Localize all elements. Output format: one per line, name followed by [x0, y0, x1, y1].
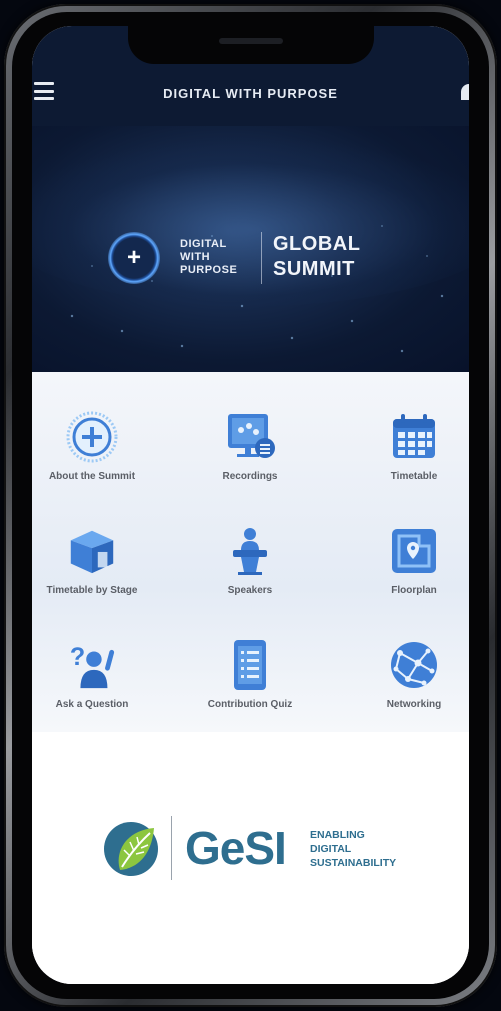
menu-tile-speakers[interactable]: Speakers	[190, 524, 310, 624]
tagline-line: ENABLING	[310, 829, 365, 841]
menu-tile-floorplan[interactable]: Floorplan	[354, 524, 469, 624]
gesi-wordmark: GeSI	[185, 822, 287, 874]
app-title: DIGITAL WITH PURPOSE	[163, 86, 338, 101]
recordings-icon	[223, 410, 277, 464]
stage-icon	[65, 524, 119, 578]
event-line: SUMMIT	[273, 258, 355, 280]
tile-label: Ask a Question	[55, 699, 129, 710]
app-screen: DIGITAL WITH PURPOSE + DIGITAL WITH PURP…	[32, 26, 469, 984]
tile-label: Contribution Quiz	[207, 699, 293, 710]
sponsor-divider	[171, 816, 172, 880]
plus-icon: +	[126, 244, 141, 271]
menu-tile-networking[interactable]: Networking	[354, 638, 469, 738]
menu-grid: About the Summit Recordings Timetable Ti…	[32, 372, 469, 732]
brand-line: WITH	[180, 251, 211, 263]
menu-tile-timetable[interactable]: Timetable	[354, 410, 469, 510]
map-pin-icon	[387, 524, 441, 578]
menu-tile-recordings[interactable]: Recordings	[190, 410, 310, 510]
tagline-line: SUSTAINABILITY	[310, 857, 397, 869]
summit-brand-text: DIGITAL WITH PURPOSE	[180, 238, 270, 277]
hero-banner: + DIGITAL WITH PURPOSE GLOBAL SUMMIT	[32, 116, 469, 372]
tile-label: Recordings	[222, 471, 278, 482]
clipboard-list-icon	[223, 638, 277, 692]
gesi-tagline: ENABLING DIGITAL SUSTAINABILITY	[310, 828, 396, 870]
tile-label: Timetable by Stage	[46, 585, 138, 596]
tile-label: Networking	[386, 699, 442, 710]
question-person-icon: ?	[65, 638, 119, 692]
brand-line: PURPOSE	[180, 264, 238, 276]
svg-text:?: ?	[70, 643, 85, 671]
tile-label: Speakers	[227, 585, 273, 596]
network-globe-icon	[387, 638, 441, 692]
menu-tile-timetable-by-stage[interactable]: Timetable by Stage	[32, 524, 152, 624]
tile-label: Floorplan	[391, 585, 437, 596]
phone-speaker	[219, 38, 283, 44]
menu-tile-ask-question[interactable]: ? Ask a Question	[32, 638, 152, 738]
sponsor-area: GeSI ENABLING DIGITAL SUSTAINABILITY	[32, 732, 469, 984]
summit-logo-mark: +	[108, 232, 160, 284]
tile-label: About the Summit	[48, 471, 136, 482]
plus-circle-icon	[65, 410, 119, 464]
menu-tile-contribution-quiz[interactable]: Contribution Quiz	[190, 638, 310, 738]
summit-event-text: GLOBAL SUMMIT	[273, 232, 373, 282]
podium-icon	[223, 524, 277, 578]
brand-line: DIGITAL	[180, 238, 227, 250]
menu-tile-about[interactable]: About the Summit	[32, 410, 152, 510]
calendar-icon	[387, 410, 441, 464]
phone-notch	[128, 26, 374, 64]
tagline-line: DIGITAL	[310, 843, 352, 855]
event-line: GLOBAL	[273, 233, 361, 255]
hero-divider	[261, 232, 262, 284]
gesi-leaf-logo-icon	[102, 820, 160, 878]
user-icon[interactable]	[461, 82, 469, 100]
tile-label: Timetable	[390, 471, 438, 482]
